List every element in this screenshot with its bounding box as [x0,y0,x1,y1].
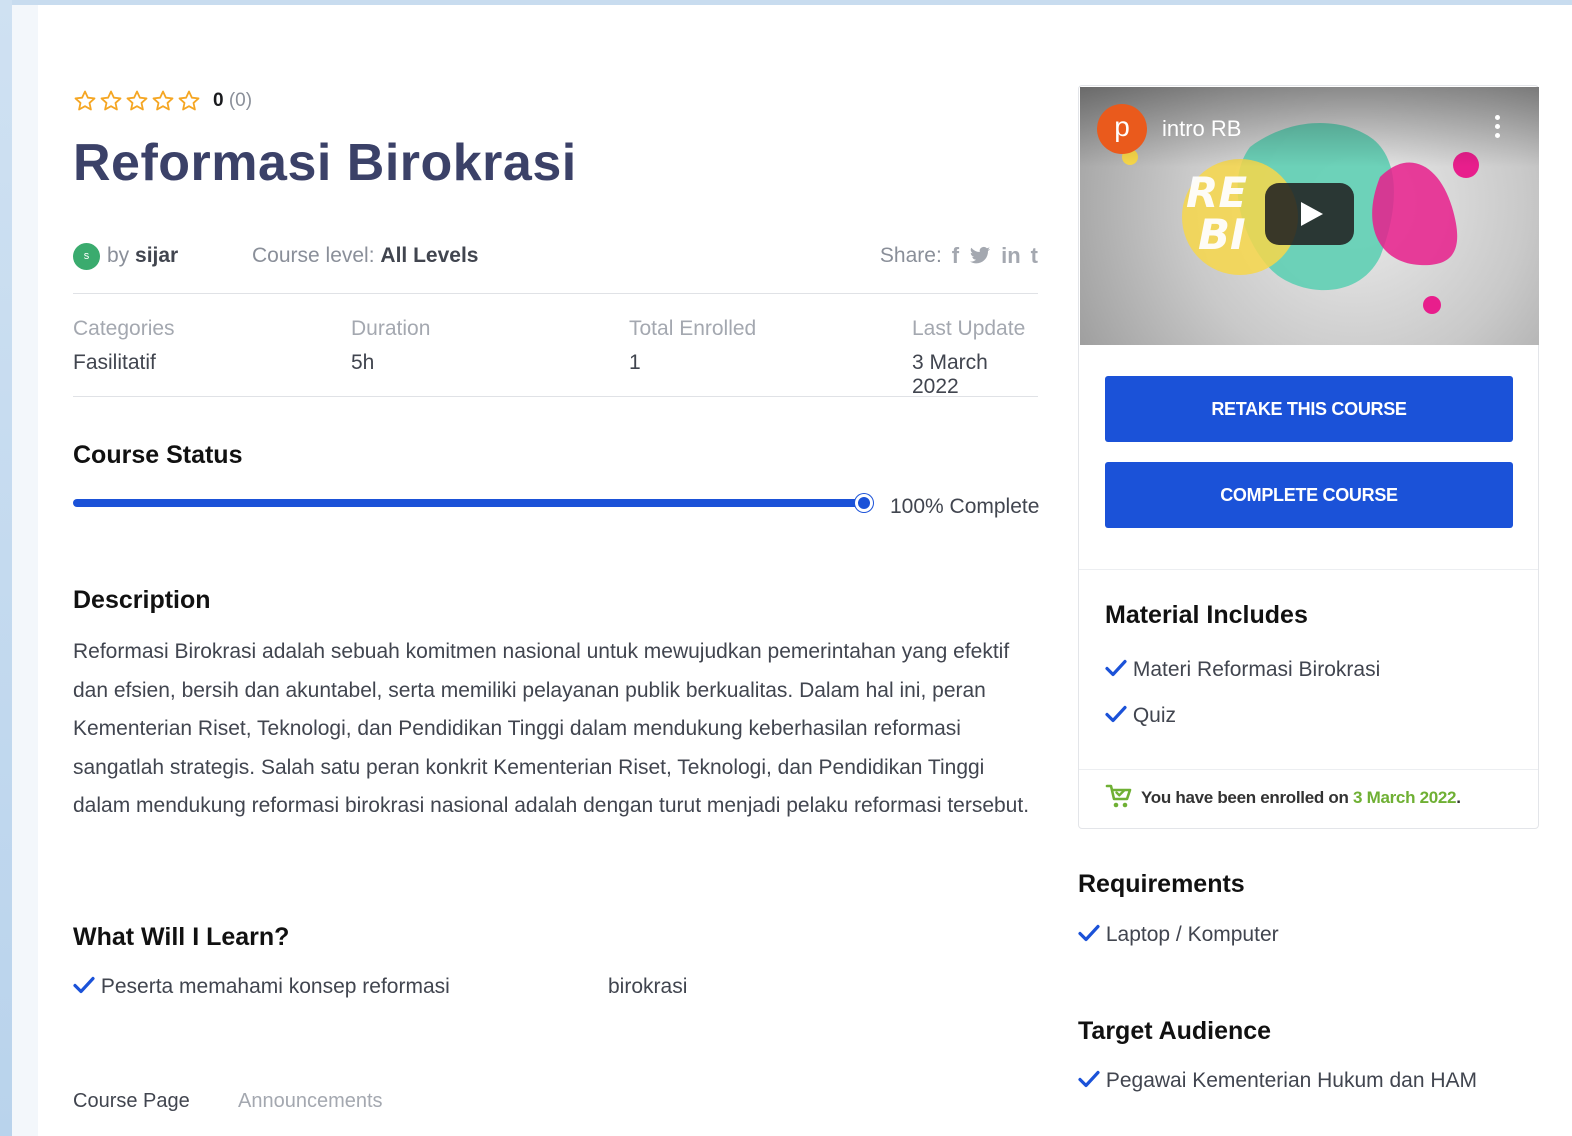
play-icon[interactable] [1265,183,1354,245]
video-title[interactable]: intro RB [1162,116,1241,142]
info-label: Total Enrolled [629,317,757,340]
info-value: 5h [351,351,375,374]
info-value: 1 [629,351,641,374]
course-level-label: Course level: [252,244,375,267]
learn-item-text-continued: birokrasi [608,975,688,998]
description-heading: Description [73,586,211,614]
info-duration: Duration 5h [351,317,430,375]
learn-item-text: Peserta memahami konsep reformasi [100,975,450,998]
channel-avatar[interactable]: p [1097,104,1147,154]
course-sidebar-card: RE BI p intro RB RETAKE THIS COURSE COMP… [1078,85,1539,829]
author-link[interactable]: sijar [135,244,178,267]
course-page: 0 (0) Reformasi Birokrasi s by sijar Cou… [12,5,1572,1136]
material-item: Materi Reformasi Birokrasi [1105,658,1380,682]
divider [73,396,1038,397]
info-label: Duration [351,317,431,340]
material-item-text: Quiz [1132,704,1177,727]
divider [1079,769,1538,770]
learn-item: Peserta memahami konsep reformasi birokr… [73,975,1038,999]
divider [1079,569,1538,570]
share-bar: Share: f in t [880,243,1038,269]
learn-heading: What Will I Learn? [73,923,290,951]
star-outline-icon [126,90,148,111]
svg-text:BI: BI [1198,210,1246,259]
audience-item-text: Pegawai Kementerian Hukum dan HAM [1105,1069,1478,1092]
info-total-enrolled: Total Enrolled 1 [629,317,756,375]
enrollment-suffix: . [1456,788,1461,807]
requirement-item: Laptop / Komputer [1078,923,1279,947]
complete-course-button[interactable]: COMPLETE COURSE [1105,462,1513,528]
more-vertical-icon[interactable] [1495,115,1501,142]
share-label: Share: [879,244,942,267]
course-info: Categories Fasilitatif Duration 5h Total… [73,317,1038,398]
checkmark-icon [1105,659,1127,677]
tumblr-icon[interactable]: t [1031,243,1038,269]
info-categories: Categories Fasilitatif [73,317,175,375]
target-audience-heading: Target Audience [1078,1017,1272,1045]
material-item: Quiz [1105,704,1176,728]
course-status-heading: Course Status [73,441,243,469]
enrollment-text: You have been enrolled on [1141,788,1349,807]
cart-check-icon [1105,784,1132,808]
rating-value: 0 [213,90,224,111]
tab-announcements[interactable]: Announcements [238,1090,383,1113]
course-level: Course level: All Levels [252,244,478,268]
rating-summary: 0 (0) [213,90,252,112]
progress-text: 100% Complete [890,495,1040,518]
author-avatar[interactable]: s [73,243,100,270]
enrollment-date: 3 March 2022 [1353,788,1457,807]
author-byline: by sijar [107,244,178,268]
by-label: by [107,244,130,267]
checkmark-icon [1078,1070,1100,1088]
course-rating: 0 (0) [73,89,252,113]
divider [73,293,1038,294]
checkmark-icon [73,976,95,994]
requirements-heading: Requirements [1078,870,1245,898]
video-player[interactable]: RE BI p intro RB [1080,87,1539,345]
material-item-text: Materi Reformasi Birokrasi [1132,658,1381,681]
info-label: Last Update [912,317,1026,340]
info-value[interactable]: Fasilitatif [73,351,175,375]
course-meta: s by sijar Course level: All Levels Shar… [73,241,1038,273]
info-label: Categories [73,317,175,340]
star-outline-icon [100,90,122,111]
twitter-icon[interactable] [969,246,991,266]
info-value: 3 March 2022 [912,351,988,398]
tab-course-page[interactable]: Course Page [73,1090,190,1113]
progress-knob [855,494,873,512]
description-text: Reformasi Birokrasi adalah sebuah komitm… [73,640,1030,817]
star-outline-icon [152,90,174,111]
enrollment-notice: You have been enrolled on 3 March 2022. [1105,783,1461,809]
star-outline-icon [178,90,200,111]
facebook-icon[interactable]: f [952,243,959,269]
checkmark-icon [1105,705,1127,723]
requirement-item-text: Laptop / Komputer [1105,923,1279,946]
linkedin-icon[interactable]: in [1001,243,1021,269]
checkmark-icon [1078,924,1100,942]
rating-count: (0) [228,90,253,111]
material-includes-heading: Material Includes [1105,601,1308,629]
audience-item: Pegawai Kementerian Hukum dan HAM [1078,1069,1477,1093]
retake-course-button[interactable]: RETAKE THIS COURSE [1105,376,1513,442]
star-outline-icon [74,90,96,111]
course-level-value: All Levels [380,244,479,267]
info-last-update: Last Update 3 March 2022 [912,317,1038,399]
progress-bar [73,499,868,507]
course-title: Reformasi Birokrasi [73,134,577,192]
